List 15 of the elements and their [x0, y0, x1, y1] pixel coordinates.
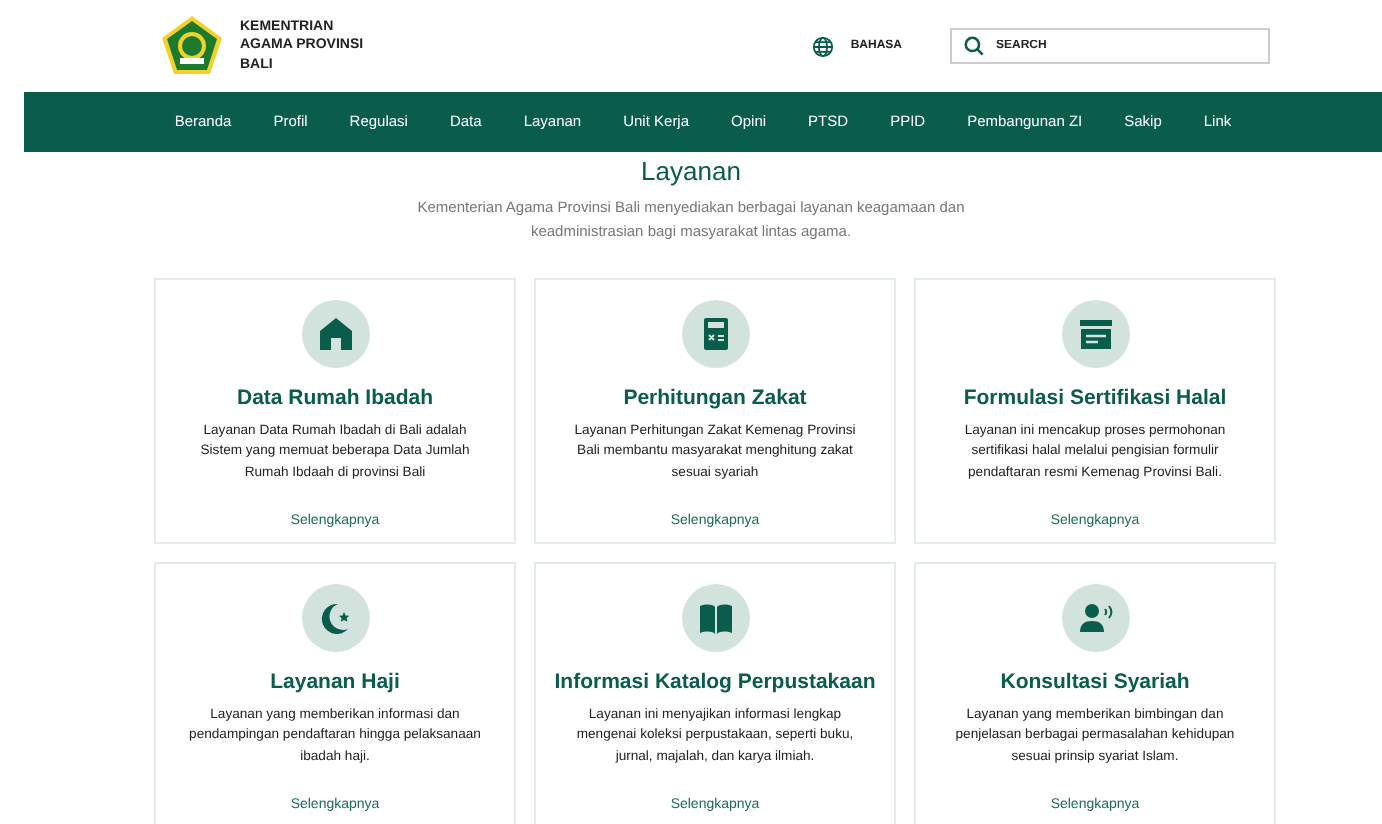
section-title: Layanan [639, 156, 743, 188]
service-title: Layanan Haji [268, 670, 402, 696]
service-title: Konsultasi Syariah [998, 670, 1192, 696]
form-icon [1061, 300, 1129, 369]
globe-icon[interactable] [812, 35, 835, 57]
search-icon [964, 36, 984, 56]
service-title: Informasi Katalog Perpustakaan [552, 670, 878, 696]
book-icon [681, 584, 749, 653]
logo-icon [160, 14, 224, 78]
calculator-icon [681, 300, 749, 369]
house-icon [301, 300, 369, 369]
service-title: Perhitungan Zakat [621, 386, 809, 412]
person-speaking-icon [1061, 584, 1129, 653]
service-title: Formulasi Sertifikasi Halal [961, 386, 1229, 412]
service-title: Data Rumah Ibadah [234, 386, 436, 412]
